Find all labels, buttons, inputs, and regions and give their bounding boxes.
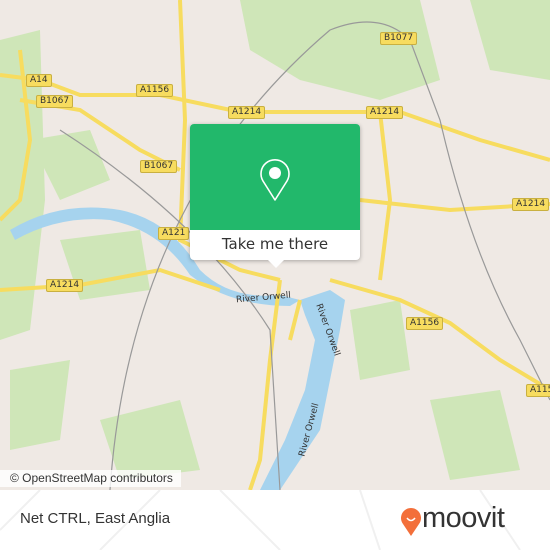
road-label: A14 — [26, 74, 52, 87]
road-label: A1214 — [228, 106, 266, 119]
road-label: A1214 — [366, 106, 404, 119]
road-label: A1156 — [136, 84, 174, 97]
road-label: A121 — [158, 227, 190, 240]
road-label: A1214 — [512, 198, 550, 211]
road-label: A1214 — [46, 279, 84, 292]
place-name: Net CTRL, East Anglia — [20, 510, 171, 527]
take-me-there-popup[interactable]: Take me there — [190, 124, 360, 268]
moovit-pin-icon — [401, 508, 421, 536]
popup-pointer — [268, 260, 284, 268]
take-me-there-button[interactable]: Take me there — [190, 230, 360, 260]
road-label: B1067 — [36, 95, 74, 108]
road-label: A1156 — [406, 317, 444, 330]
road-label: B1067 — [140, 160, 178, 173]
moovit-logo-text: moovit — [422, 502, 505, 534]
road-label: B1077 — [380, 32, 418, 45]
map[interactable]: A14 B1077 A1156 A1214 A1214 B1067 B1067 … — [0, 0, 550, 490]
popup-header — [190, 124, 360, 230]
map-pin-icon — [260, 159, 290, 201]
footer: Net CTRL, East Anglia moovit — [0, 490, 550, 550]
road-label: A115 — [526, 384, 550, 397]
attribution[interactable]: © OpenStreetMap contributors — [0, 470, 181, 487]
